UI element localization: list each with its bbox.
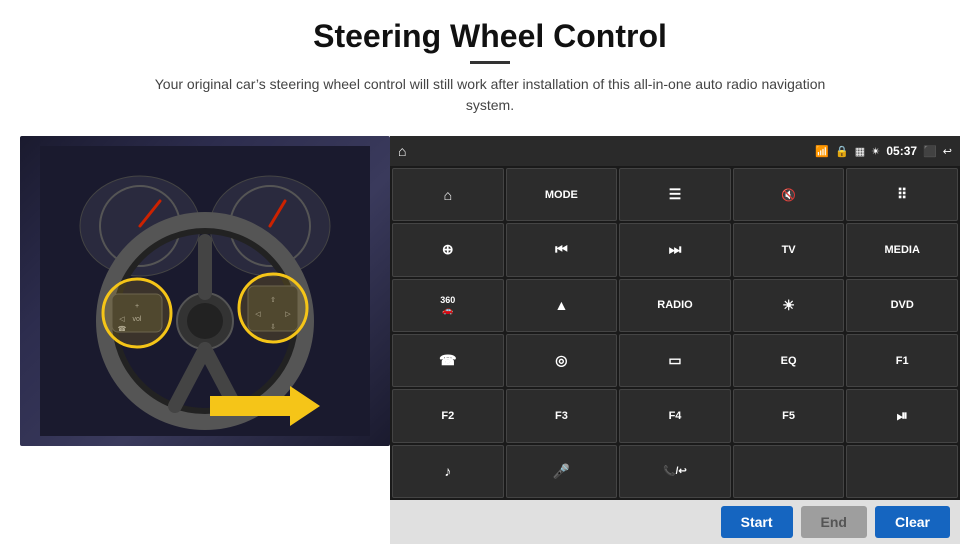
- wifi-icon: 📶: [815, 145, 829, 158]
- btn-playpause[interactable]: ⏯: [846, 389, 958, 442]
- btn-mic[interactable]: 🎤: [506, 445, 618, 498]
- btn-f2[interactable]: F2: [392, 389, 504, 442]
- btn-r6c4[interactable]: [733, 445, 845, 498]
- btn-eq[interactable]: EQ: [733, 334, 845, 387]
- btn-list[interactable]: ☰: [619, 168, 731, 221]
- btn-phone[interactable]: ☎: [392, 334, 504, 387]
- btn-apps[interactable]: ⠿: [846, 168, 958, 221]
- start-button[interactable]: Start: [721, 506, 793, 538]
- btn-mute[interactable]: 🔇: [733, 168, 845, 221]
- home-icon: ⌂: [398, 143, 406, 159]
- btn-music[interactable]: ♪: [392, 445, 504, 498]
- btn-f4[interactable]: F4: [619, 389, 731, 442]
- back-icon: ↩: [943, 145, 952, 158]
- btn-r6c5[interactable]: [846, 445, 958, 498]
- sim-icon: ▦: [855, 145, 865, 158]
- btn-nav[interactable]: ◎: [506, 334, 618, 387]
- btn-eject[interactable]: ▲: [506, 279, 618, 332]
- lock-icon: 🔒: [835, 145, 849, 158]
- status-right: 📶 🔒 ▦ ✴ 05:37 ⬛ ↩: [815, 144, 952, 158]
- cast-icon: ⬛: [923, 145, 937, 158]
- bottom-bar: Start End Clear: [390, 500, 960, 544]
- car-image-section: + ◁ vol ☎ ⇧ ◁ ▷ ⇩: [20, 136, 390, 446]
- steering-wheel-svg: + ◁ vol ☎ ⇧ ◁ ▷ ⇩: [40, 146, 370, 436]
- clear-button[interactable]: Clear: [875, 506, 950, 538]
- car-image: + ◁ vol ☎ ⇧ ◁ ▷ ⇩: [20, 136, 390, 446]
- btn-dvd[interactable]: DVD: [846, 279, 958, 332]
- btn-next[interactable]: ⏭: [619, 223, 731, 276]
- page-title: Steering Wheel Control: [20, 18, 960, 55]
- page-container: Steering Wheel Control Your original car…: [0, 0, 980, 544]
- head-unit-panel: ⌂ 📶 🔒 ▦ ✴ 05:37 ⬛ ↩ ⌂ MODE ☰ 🔇: [390, 136, 960, 544]
- btn-radio[interactable]: RADIO: [619, 279, 731, 332]
- btn-prev[interactable]: ⏮: [506, 223, 618, 276]
- page-subtitle: Your original car’s steering wheel contr…: [150, 74, 830, 116]
- btn-brightness[interactable]: ☀: [733, 279, 845, 332]
- btn-f5[interactable]: F5: [733, 389, 845, 442]
- btn-mode[interactable]: MODE: [506, 168, 618, 221]
- btn-tv[interactable]: TV: [733, 223, 845, 276]
- end-button[interactable]: End: [801, 506, 867, 538]
- status-left: ⌂: [398, 143, 406, 159]
- btn-settings[interactable]: ⊕: [392, 223, 504, 276]
- btn-f1[interactable]: F1: [846, 334, 958, 387]
- button-grid: ⌂ MODE ☰ 🔇 ⠿ ⊕ ⏮ ⏭ TV MEDIA 360🚗 ▲ RADIO…: [390, 166, 960, 500]
- content-area: + ◁ vol ☎ ⇧ ◁ ▷ ⇩: [20, 136, 960, 544]
- btn-home[interactable]: ⌂: [392, 168, 504, 221]
- btn-360[interactable]: 360🚗: [392, 279, 504, 332]
- time-display: 05:37: [886, 144, 917, 158]
- btn-screen[interactable]: ▭: [619, 334, 731, 387]
- title-divider: [470, 61, 510, 64]
- title-section: Steering Wheel Control Your original car…: [20, 18, 960, 130]
- btn-media[interactable]: MEDIA: [846, 223, 958, 276]
- status-bar: ⌂ 📶 🔒 ▦ ✴ 05:37 ⬛ ↩: [390, 136, 960, 166]
- btn-f3[interactable]: F3: [506, 389, 618, 442]
- btn-call[interactable]: 📞/↩: [619, 445, 731, 498]
- bluetooth-icon: ✴: [871, 145, 880, 158]
